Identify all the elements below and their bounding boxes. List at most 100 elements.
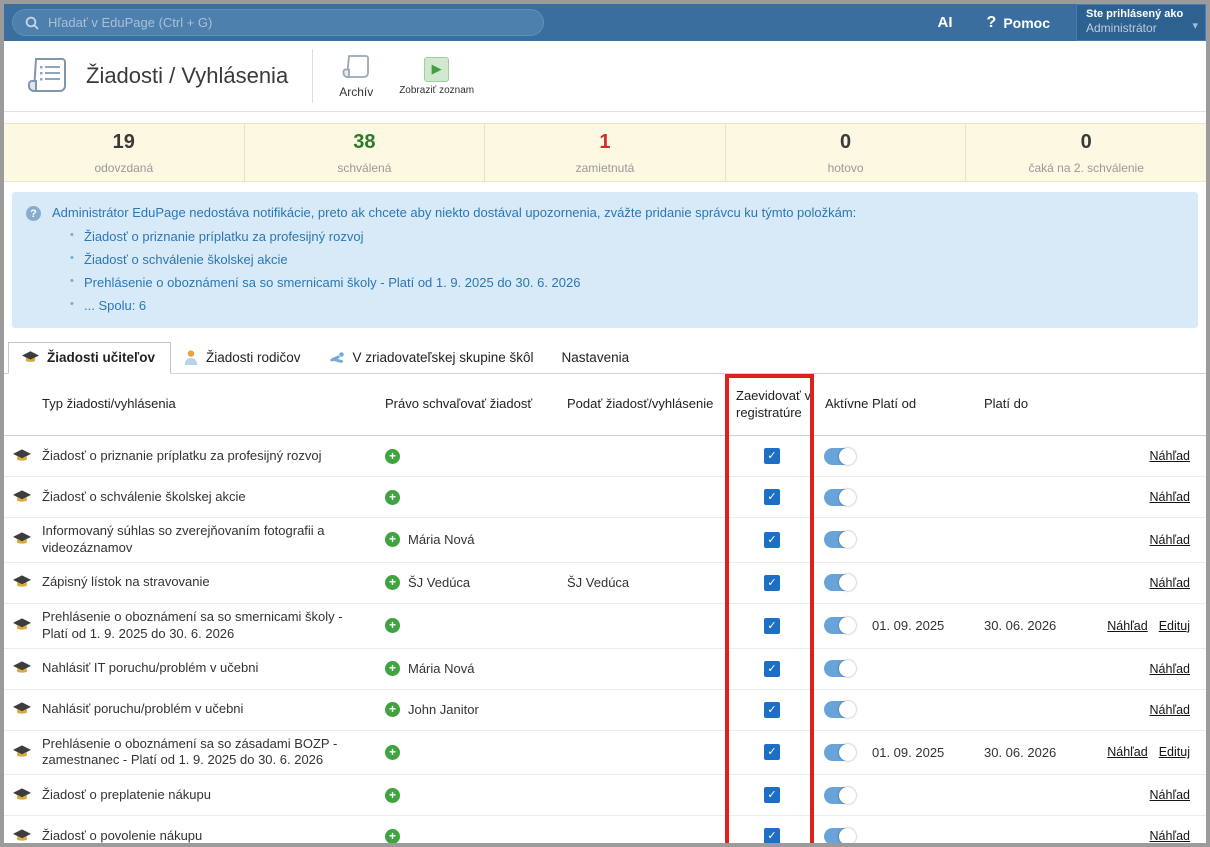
tab-label: Žiadosti rodičov <box>206 350 301 365</box>
show-list-button[interactable]: ▶ Zobraziť zoznam <box>399 57 474 96</box>
add-approver-button[interactable]: + <box>385 532 400 547</box>
tab-label: Nastavenia <box>562 350 630 365</box>
active-toggle[interactable] <box>824 448 855 465</box>
registry-checkbox[interactable]: ✓ <box>764 828 780 844</box>
active-toggle[interactable] <box>824 828 855 845</box>
graduation-cap-icon <box>13 618 31 633</box>
status-label: zamietnutá <box>576 161 635 175</box>
notice-item-list: Žiadosť o priznanie príplatku za profesi… <box>70 229 1184 313</box>
graduation-cap-icon <box>13 745 31 760</box>
add-approver-button[interactable]: + <box>385 829 400 844</box>
graduation-cap-icon <box>13 661 31 676</box>
graduation-cap-icon <box>13 575 31 590</box>
tab-bar: Žiadosti učiteľov Žiadosti rodičov V zri… <box>4 341 1206 374</box>
preview-link[interactable]: Náhľad <box>1150 829 1190 843</box>
request-type: Nahlásiť IT poruchu/problém v učebni <box>38 655 378 682</box>
active-toggle[interactable] <box>824 744 855 761</box>
tab-zriadovatelska-skupina[interactable]: V zriadovateľskej skupine škôl <box>316 343 549 373</box>
user-menu[interactable]: Ste prihlásený ako Administrátor ▾ <box>1076 4 1206 41</box>
registry-checkbox[interactable]: ✓ <box>764 661 780 677</box>
registry-checkbox[interactable]: ✓ <box>764 489 780 505</box>
graduation-cap-icon <box>13 449 31 464</box>
active-toggle[interactable] <box>824 660 855 677</box>
registry-checkbox[interactable]: ✓ <box>764 618 780 634</box>
graduation-cap-icon <box>13 532 31 547</box>
request-type: Prehlásenie o oboznámení sa so zásadami … <box>38 731 378 775</box>
notice-item: Žiadosť o schválenie školskej akcie <box>70 252 1184 267</box>
help-question-icon: ? <box>987 14 997 32</box>
add-approver-button[interactable]: + <box>385 745 400 760</box>
registry-checkbox[interactable]: ✓ <box>764 448 780 464</box>
status-summary-cell: 38 schválená <box>245 124 486 181</box>
table-row: Prehlásenie o oboznámení sa so smernicam… <box>4 604 1206 649</box>
status-label: čaká na 2. schválenie <box>1028 161 1143 175</box>
page-header: Žiadosti / Vyhlásenia Archív ▶ Zobraziť … <box>4 41 1206 112</box>
archive-label: Archív <box>339 85 373 99</box>
signed-in-label: Ste prihlásený ako <box>1086 8 1196 20</box>
help-button[interactable]: ? Pomoc <box>987 14 1050 32</box>
tab-ziadosti-ucitelov[interactable]: Žiadosti učiteľov <box>8 342 171 374</box>
preview-link[interactable]: Náhľad <box>1150 576 1190 590</box>
graduation-cap-icon <box>13 788 31 803</box>
request-type: Zápisný lístok na stravovanie <box>38 569 378 596</box>
request-type: Informovaný súhlas so zverejňovaním foto… <box>38 518 378 562</box>
valid-from-value: 01. 09. 2025 <box>865 745 977 760</box>
request-type: Žiadosť o schválenie školskej akcie <box>38 484 378 511</box>
col-header-approve: Právo schvaľovať žiadosť <box>378 396 560 412</box>
registry-checkbox[interactable]: ✓ <box>764 787 780 803</box>
active-toggle[interactable] <box>824 489 855 506</box>
search-icon <box>25 16 39 30</box>
active-toggle[interactable] <box>824 701 855 718</box>
request-type: Žiadosť o priznanie príplatku za profesi… <box>38 443 378 470</box>
preview-link[interactable]: Náhľad <box>1150 533 1190 547</box>
status-count: 0 <box>1081 131 1092 154</box>
school-group-icon <box>329 351 345 365</box>
status-count: 38 <box>353 131 375 154</box>
active-toggle[interactable] <box>824 531 855 548</box>
chevron-down-icon: ▾ <box>1192 19 1198 32</box>
active-toggle[interactable] <box>824 617 855 634</box>
add-approver-button[interactable]: + <box>385 575 400 590</box>
preview-link[interactable]: Náhľad <box>1107 619 1147 633</box>
edit-link[interactable]: Edituj <box>1159 745 1190 759</box>
active-toggle[interactable] <box>824 574 855 591</box>
add-approver-button[interactable]: + <box>385 661 400 676</box>
request-type: Žiadosť o preplatenie nákupu <box>38 782 378 809</box>
preview-link[interactable]: Náhľad <box>1150 662 1190 676</box>
active-toggle[interactable] <box>824 787 855 804</box>
preview-link[interactable]: Náhľad <box>1150 788 1190 802</box>
tab-label: Žiadosti učiteľov <box>47 350 155 365</box>
add-approver-button[interactable]: + <box>385 702 400 717</box>
request-type: Žiadosť o povolenie nákupu <box>38 823 378 847</box>
page-title: Žiadosti / Vyhlásenia <box>86 63 288 89</box>
tab-nastavenia[interactable]: Nastavenia <box>549 343 645 373</box>
preview-link[interactable]: Náhľad <box>1107 745 1147 759</box>
add-approver-button[interactable]: + <box>385 618 400 633</box>
table-header-row: Typ žiadosti/vyhlásenia Právo schvaľovať… <box>4 374 1206 436</box>
archive-button[interactable]: Archív <box>339 54 373 99</box>
registry-checkbox[interactable]: ✓ <box>764 575 780 591</box>
parent-icon <box>184 350 198 365</box>
tab-ziadosti-rodicov[interactable]: Žiadosti rodičov <box>171 343 316 373</box>
preview-link[interactable]: Náhľad <box>1150 449 1190 463</box>
preview-link[interactable]: Náhľad <box>1150 703 1190 717</box>
status-label: odovzdaná <box>94 161 153 175</box>
topbar-right: AI ? Pomoc Ste prihlásený ako Administrá… <box>938 4 1206 41</box>
add-approver-button[interactable]: + <box>385 449 400 464</box>
search-input[interactable]: Hľadať v EduPage (Ctrl + G) <box>12 9 544 36</box>
registry-checkbox[interactable]: ✓ <box>764 532 780 548</box>
registry-checkbox[interactable]: ✓ <box>764 744 780 760</box>
request-type: Prehlásenie o oboznámení sa so smernicam… <box>38 604 378 648</box>
show-list-label: Zobraziť zoznam <box>399 85 474 96</box>
add-approver-button[interactable]: + <box>385 788 400 803</box>
notice-intro: Administrátor EduPage nedostáva notifiká… <box>52 205 856 220</box>
table-row: Žiadosť o schválenie školskej akcie + ✓ … <box>4 477 1206 518</box>
col-header-registry: Zaevidovať v registratúre <box>729 388 815 421</box>
approver-name: Mária Nová <box>408 532 474 547</box>
preview-link[interactable]: Náhľad <box>1150 490 1190 504</box>
ai-button[interactable]: AI <box>938 14 953 31</box>
play-icon: ▶ <box>424 57 449 82</box>
add-approver-button[interactable]: + <box>385 490 400 505</box>
registry-checkbox[interactable]: ✓ <box>764 702 780 718</box>
edit-link[interactable]: Edituj <box>1159 619 1190 633</box>
